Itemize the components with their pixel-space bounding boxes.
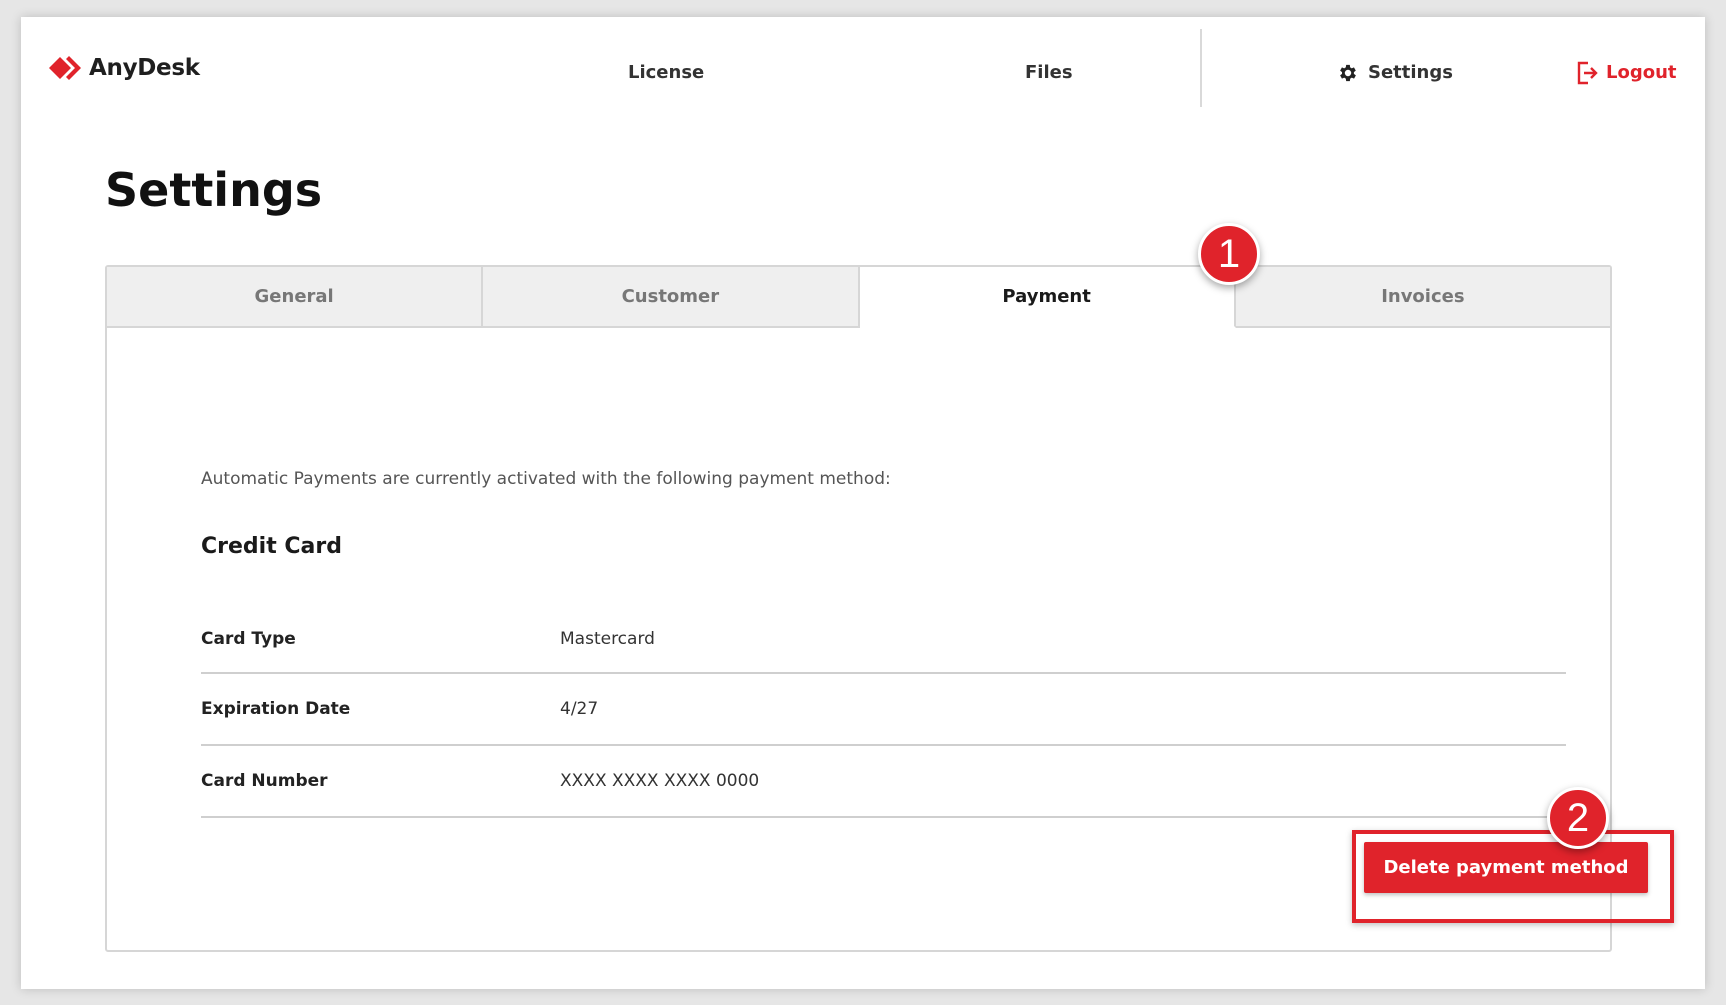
tab-general[interactable]: General — [107, 267, 484, 328]
table-row: Expiration Date 4/27 — [201, 674, 1566, 746]
page-title: Settings — [105, 163, 323, 217]
card-number-label: Card Number — [201, 771, 328, 791]
payment-details-table: Card Type Mastercard Expiration Date 4/2… — [201, 597, 1566, 818]
card-type-value: Mastercard — [560, 629, 655, 649]
gear-icon — [1337, 62, 1359, 84]
nav-logout-label: Logout — [1606, 62, 1677, 83]
delete-payment-method-button[interactable]: Delete payment method — [1364, 842, 1648, 893]
card-type-label: Card Type — [201, 629, 296, 649]
expiration-date-value: 4/27 — [560, 699, 599, 719]
brand-name: AnyDesk — [89, 55, 200, 81]
nav-logout[interactable]: Logout — [1576, 61, 1677, 85]
nav-settings-label: Settings — [1368, 62, 1453, 83]
payment-intro-text: Automatic Payments are currently activat… — [201, 469, 891, 489]
nav-divider — [1200, 29, 1202, 107]
credit-card-heading: Credit Card — [201, 534, 342, 559]
browser-frame: AnyDesk License Files Settings Logout Se… — [21, 17, 1705, 989]
nav-settings[interactable]: Settings — [1337, 61, 1453, 85]
tab-payment[interactable]: Payment — [859, 267, 1236, 328]
anydesk-logo[interactable]: AnyDesk — [49, 51, 200, 85]
step-2-badge: 2 — [1547, 787, 1609, 849]
nav-license[interactable]: License — [628, 61, 704, 85]
tab-customer[interactable]: Customer — [483, 267, 860, 328]
top-navigation: AnyDesk License Files Settings Logout — [21, 17, 1705, 127]
settings-panel: General Customer Payment Invoices Automa… — [105, 265, 1674, 952]
table-row: Card Type Mastercard — [201, 597, 1566, 674]
expiration-date-label: Expiration Date — [201, 699, 351, 719]
step-1-badge: 1 — [1198, 223, 1260, 285]
nav-files[interactable]: Files — [1025, 61, 1073, 85]
tab-invoices[interactable]: Invoices — [1235, 267, 1610, 328]
card-number-value: XXXX XXXX XXXX 0000 — [560, 771, 760, 791]
settings-tabs: General Customer Payment Invoices — [107, 267, 1610, 328]
table-row: Card Number XXXX XXXX XXXX 0000 — [201, 746, 1566, 818]
anydesk-logo-icon — [49, 55, 87, 81]
logout-icon — [1576, 61, 1598, 85]
